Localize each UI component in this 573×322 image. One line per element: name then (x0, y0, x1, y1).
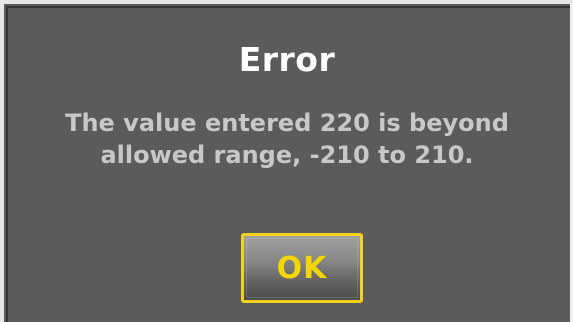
ok-button[interactable]: OK (241, 233, 363, 303)
error-message-line-1: The value entered 220 is beyond (65, 109, 509, 137)
error-message: The value entered 220 is beyond allowed … (24, 107, 550, 171)
error-dialog: Error The value entered 220 is beyond al… (0, 0, 573, 322)
ok-button-label: OK (276, 250, 328, 286)
dialog-title: Error (238, 40, 336, 79)
error-message-line-2: allowed range, -210 to 210. (100, 141, 474, 169)
